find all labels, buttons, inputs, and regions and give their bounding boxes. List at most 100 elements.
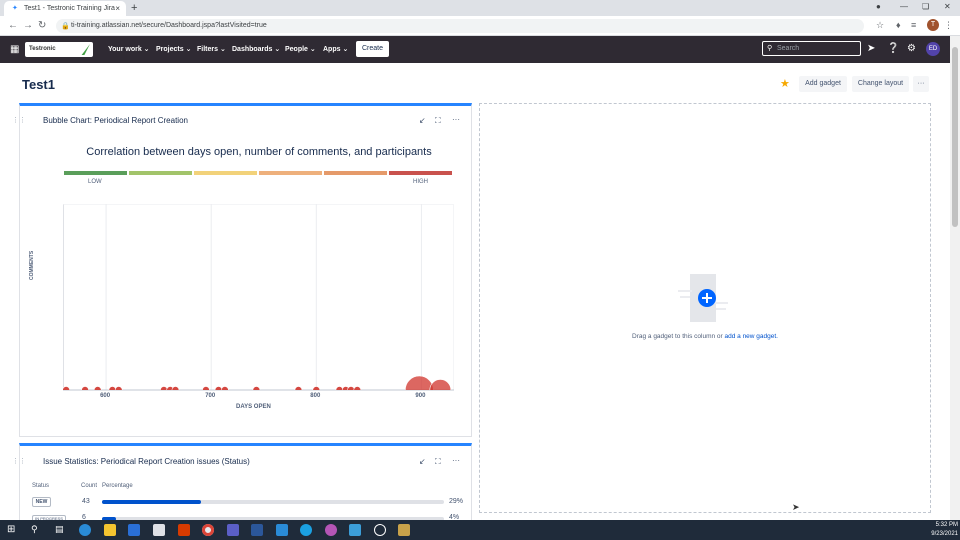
drag-handle-icon[interactable]: ⋮⋮ (12, 457, 26, 465)
reload-icon[interactable]: ↻ (38, 20, 46, 31)
store-icon[interactable] (153, 524, 165, 536)
chart-title: Correlation between days open, number of… (86, 146, 432, 158)
chart-plot-area (63, 204, 454, 390)
calendar-icon[interactable] (276, 524, 288, 536)
browser-tab-bar: ✦ Test1 - Testronic Training Jira × + ● … (0, 0, 960, 16)
help-icon[interactable]: ❔ (887, 43, 899, 54)
chrome-icon[interactable] (202, 524, 214, 536)
status-lozenge-new[interactable]: NEW (32, 497, 51, 507)
forward-icon[interactable]: → (23, 20, 33, 31)
gadget-more-icon[interactable]: ··· (452, 115, 460, 124)
office-icon[interactable] (178, 524, 190, 536)
nav-projects[interactable]: Projects ⌄ (156, 45, 191, 53)
x-tick-label: 800 (310, 393, 321, 399)
gadget-title: Issue Statistics: Periodical Report Crea… (43, 457, 250, 466)
photos-icon[interactable] (349, 524, 361, 536)
logo-mark-icon (76, 44, 90, 55)
jira-favicon-icon: ✦ (12, 5, 18, 12)
dashboard-title: Test1 (22, 77, 55, 92)
nav-apps[interactable]: Apps ⌄ (323, 45, 348, 53)
browser-tab[interactable]: ✦ Test1 - Testronic Training Jira × (4, 1, 126, 16)
browser-address-bar: ← → ↻ 🔒 ti-training.atlassian.net/secure… (0, 16, 960, 36)
x-tick-label: 700 (205, 393, 216, 399)
notifications-rocket-icon[interactable]: ➤ (867, 43, 875, 54)
column-header-count: Count (81, 483, 98, 489)
search-input[interactable]: ⚲ Search (762, 41, 861, 56)
url-text: ti-training.atlassian.net/secure/Dashboa… (71, 22, 267, 29)
settings-gear-icon[interactable]: ⚙ (907, 43, 916, 54)
drag-handle-icon[interactable]: ⋮⋮ (12, 116, 26, 124)
app-switcher-icon[interactable]: ▦ (10, 44, 19, 55)
browser-menu-icon[interactable]: ⋮ (944, 20, 953, 31)
slack-icon[interactable] (325, 524, 337, 536)
bookmark-star-icon[interactable]: ☆ (876, 20, 884, 31)
maximize-gadget-icon[interactable]: ⛶ (435, 116, 441, 126)
legend-segment (194, 171, 257, 175)
change-layout-button[interactable]: Change layout (852, 76, 909, 92)
logo-text: Testronic (29, 46, 56, 52)
nav-filters[interactable]: Filters ⌄ (197, 45, 226, 53)
taskbar-search-icon[interactable]: ⚲ (31, 524, 43, 536)
create-button[interactable]: Create (356, 41, 389, 57)
gadget-title: Bubble Chart: Periodical Report Creation (43, 116, 188, 125)
windows-taskbar (0, 520, 960, 540)
percent-new: 29% (449, 498, 464, 505)
minimize-icon[interactable]: — (900, 2, 908, 11)
windows-start-icon[interactable]: ⊞ (7, 524, 19, 536)
back-icon[interactable]: ← (8, 20, 18, 31)
nav-dashboards[interactable]: Dashboards ⌄ (232, 45, 280, 53)
tab-title: Test1 - Testronic Training Jira (24, 5, 115, 12)
legend-high-label: HIGH (413, 179, 428, 185)
testronic-logo[interactable]: Testronic (25, 42, 93, 57)
scrollbar-thumb[interactable] (952, 47, 958, 227)
word-icon[interactable] (251, 524, 263, 536)
url-field[interactable]: 🔒 ti-training.atlassian.net/secure/Dashb… (56, 19, 864, 33)
add-new-gadget-link[interactable]: add a new gadget. (725, 333, 779, 340)
nav-your-work[interactable]: Your work ⌄ (108, 45, 150, 53)
dashboard-more-button[interactable]: ··· (913, 76, 929, 92)
legend-segment (324, 171, 387, 175)
mail-icon[interactable] (128, 524, 140, 536)
legend-segment (129, 171, 192, 175)
jira-top-nav: ▦ Testronic Your work ⌄ Projects ⌄ Filte… (0, 36, 950, 63)
file-explorer-icon[interactable] (104, 524, 116, 536)
new-tab-icon[interactable]: + (131, 2, 137, 14)
add-gadget-illustration-icon (678, 274, 728, 322)
empty-column-message: Drag a gadget to this column or add a ne… (632, 333, 779, 340)
search-placeholder: Search (777, 45, 800, 52)
minimize-gadget-icon[interactable]: ↙ (419, 457, 426, 466)
browser-profile-avatar[interactable]: T (927, 19, 939, 31)
favorite-star-icon[interactable]: ★ (780, 77, 790, 90)
extensions-icon[interactable]: ♦ (896, 20, 901, 30)
obs-icon[interactable] (374, 524, 386, 536)
gadget-more-icon[interactable]: ··· (452, 456, 460, 465)
mouse-cursor-icon: ➤ (792, 502, 800, 512)
search-icon: ⚲ (767, 45, 773, 52)
add-gadget-button[interactable]: Add gadget (799, 76, 847, 92)
task-view-icon[interactable]: ▤ (55, 524, 67, 536)
edge-icon[interactable] (79, 524, 91, 536)
reading-list-icon[interactable]: ≡ (911, 20, 916, 30)
count-new[interactable]: 43 (82, 498, 90, 505)
clock-date: 9/23/2021 (931, 531, 958, 537)
nav-people[interactable]: People ⌄ (285, 45, 316, 53)
percentage-bar-fill (102, 500, 202, 504)
internet-explorer-icon[interactable] (300, 524, 312, 536)
column-header-status: Status (32, 483, 50, 489)
restore-icon[interactable]: ❏ (922, 2, 929, 11)
column-header-percentage: Percentage (102, 483, 133, 489)
x-axis-label: DAYS OPEN (236, 404, 271, 410)
media-player-icon[interactable] (398, 524, 410, 536)
teams-icon[interactable] (227, 524, 239, 536)
clock-time: 5:32 PM (935, 522, 958, 528)
minimize-gadget-icon[interactable]: ↙ (419, 116, 426, 125)
percentage-bar-new (102, 500, 444, 504)
close-window-icon[interactable]: ✕ (944, 2, 951, 11)
taskbar-clock[interactable]: 5:32 PM 9/23/2021 (920, 521, 958, 539)
legend-segment (64, 171, 127, 175)
lock-icon: 🔒 (61, 23, 70, 30)
close-tab-icon[interactable]: × (115, 4, 120, 13)
record-icon[interactable]: ● (876, 2, 881, 11)
maximize-gadget-icon[interactable]: ⛶ (435, 457, 441, 467)
user-avatar[interactable]: ED (926, 42, 940, 56)
